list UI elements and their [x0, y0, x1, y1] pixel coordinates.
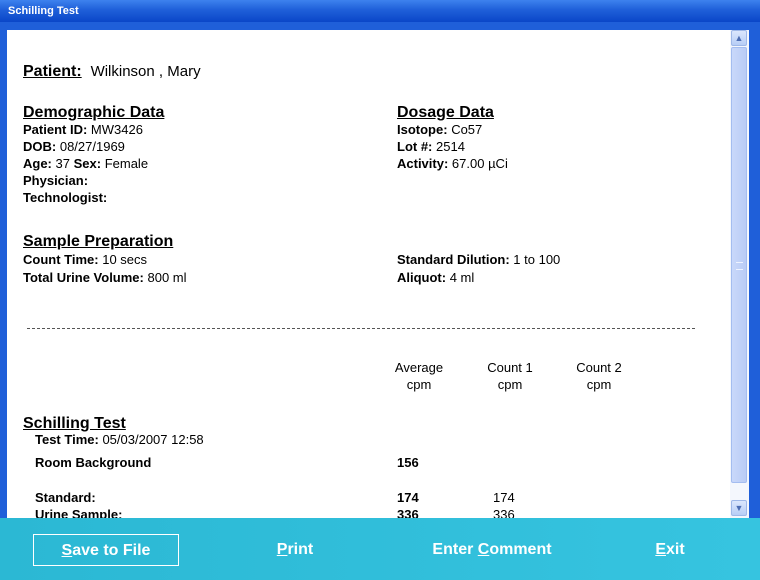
window-titlebar: Schilling Test	[0, 0, 760, 22]
row-label: Room Background	[35, 455, 152, 470]
age-sex-line: Age: 37 Sex: Female	[23, 156, 149, 171]
col-average-unit: cpm	[406, 377, 432, 392]
scroll-down-arrow-icon[interactable]: ▼	[731, 500, 747, 516]
activity-line: Activity: 67.00 µCi	[397, 156, 508, 171]
print-button[interactable]: Print	[265, 534, 325, 566]
col-average-header: Average	[394, 360, 444, 375]
dob-line: DOB: 08/27/1969	[23, 139, 125, 154]
patient-id-line: Patient ID: MW3426	[23, 122, 143, 137]
scrollbar-thumb[interactable]	[731, 47, 747, 483]
test-time-line: Test Time: 05/03/2007 12:58	[35, 432, 204, 447]
button-bar: Save to File Print Enter Comment Exit	[0, 518, 760, 580]
patient-label: Patient:	[23, 63, 82, 80]
row-average: 156	[397, 455, 419, 470]
scrollbar-grip-icon	[736, 262, 743, 270]
technologist-label: Technologist:	[23, 190, 108, 205]
section-divider	[27, 328, 695, 329]
demographic-heading: Demographic Data	[23, 104, 165, 121]
patient-name: Wilkinson , Mary	[90, 63, 201, 80]
enter-comment-button[interactable]: Enter Comment	[412, 534, 572, 566]
row-average: 174	[397, 490, 419, 505]
row-count1: 174	[493, 490, 515, 505]
row-label: Urine Sample:	[35, 507, 123, 518]
dilution-line: Standard Dilution: 1 to 100	[397, 252, 561, 267]
report-area: Patient: Wilkinson , Mary Demographic Da…	[7, 30, 730, 518]
vertical-scrollbar[interactable]: ▲ ▼	[730, 30, 749, 518]
row-count1: 336	[493, 507, 515, 518]
isotope-line: Isotope: Co57	[397, 122, 483, 137]
scroll-up-arrow-icon[interactable]: ▲	[731, 30, 747, 46]
col-count2-header: Count 2	[576, 360, 622, 375]
aliquot-line: Aliquot: 4 ml	[397, 270, 475, 285]
window-title: Schilling Test	[8, 5, 79, 17]
count-time-line: Count Time: 10 secs	[23, 252, 148, 267]
exit-button[interactable]: Exit	[645, 534, 695, 566]
schilling-heading: Schilling Test	[23, 415, 126, 432]
col-count2-unit: cpm	[586, 377, 612, 392]
sample-heading: Sample Preparation	[23, 233, 174, 250]
physician-label: Physician:	[23, 173, 89, 188]
save-to-file-button[interactable]: Save to File	[33, 534, 179, 566]
col-count1-unit: cpm	[497, 377, 523, 392]
row-average: 336	[397, 507, 419, 518]
lot-line: Lot #: 2514	[397, 139, 465, 154]
patient-line: Patient: Wilkinson , Mary	[23, 63, 201, 81]
urine-volume-line: Total Urine Volume: 800 ml	[23, 270, 187, 285]
row-label: Standard:	[35, 490, 96, 505]
col-count1-header: Count 1	[487, 360, 533, 375]
dosage-heading: Dosage Data	[397, 104, 494, 121]
